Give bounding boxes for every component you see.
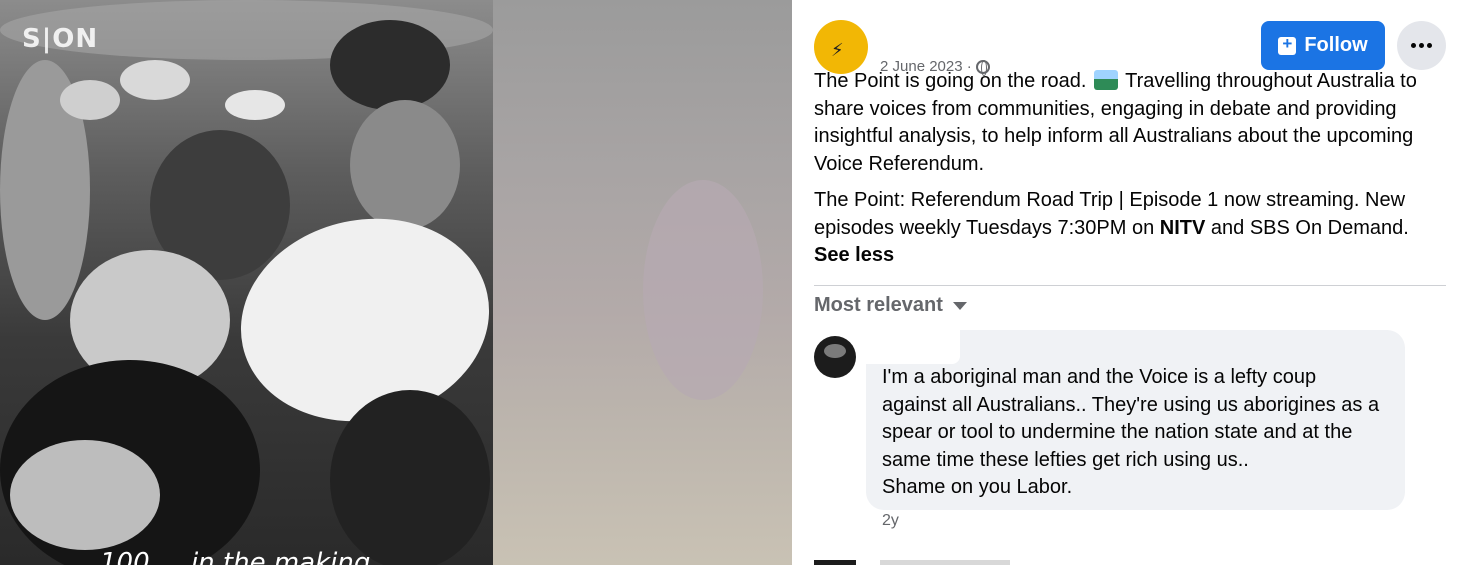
video-figure (330, 390, 490, 565)
dot-icon (1419, 43, 1424, 48)
blur-tint (643, 180, 763, 400)
follow-plus-icon (1278, 34, 1297, 55)
nitv-tag-link[interactable]: NITV (1160, 217, 1206, 239)
post-media[interactable]: S|ON 100 ... in the making (0, 0, 792, 565)
bolt-icon: ⚡ (831, 40, 844, 60)
video-figure (330, 20, 450, 110)
post-panel: ⚡ 2 June 2023 · Follow The Point is goin… (792, 0, 1480, 565)
follow-label: Follow (1304, 34, 1368, 56)
page-avatar[interactable]: ⚡ (814, 20, 868, 74)
comment-timestamp[interactable]: 2y (882, 512, 899, 530)
commenter-avatar[interactable] (814, 336, 856, 378)
landscape-emoji-icon (1093, 70, 1118, 90)
next-commenter-name[interactable] (880, 560, 1010, 565)
post-text-part: The Point is going on the road. (814, 70, 1087, 92)
sort-label: Most relevant (814, 294, 943, 316)
video-blur-backdrop (493, 0, 792, 565)
caret-down-icon (952, 301, 967, 310)
comment-text-line: Shame on you Labor. (882, 476, 1073, 498)
comment-text-line: I'm a aboriginal man and the Voice is a … (882, 366, 1317, 388)
video-figure (225, 90, 285, 120)
video-figure (60, 80, 120, 120)
video-figure (120, 60, 190, 100)
comment-text-line: against all Australians.. They're using … (882, 393, 1380, 416)
more-options-button[interactable] (1397, 21, 1446, 70)
post-paragraph-1: The Point is going on the road. Travelli… (814, 68, 1454, 178)
dot-icon (1427, 43, 1432, 48)
next-commenter-avatar[interactable] (814, 560, 856, 565)
follow-button[interactable]: Follow (1261, 21, 1385, 70)
dot-icon (1411, 43, 1416, 48)
see-less-link[interactable]: See less (814, 244, 894, 266)
post-text: The Point is going on the road. Travelli… (814, 68, 1454, 279)
channel-logo: S|ON (22, 24, 99, 54)
video-figure (350, 100, 460, 230)
comment-sort-dropdown[interactable]: Most relevant (814, 294, 967, 317)
comment-text-line: same time these lefties get rich using u… (882, 448, 1249, 471)
video-figure (10, 440, 160, 550)
post-paragraph-2: The Point: Referendum Road Trip | Episod… (814, 187, 1454, 270)
divider (814, 285, 1446, 286)
video-frame[interactable]: S|ON 100 ... in the making (0, 0, 493, 565)
hidden-commenter-name (866, 330, 960, 364)
post-text-part: and SBS On Demand. (1210, 216, 1409, 239)
comment-text-line: spear or tool to undermine the nation st… (882, 421, 1353, 443)
video-caption: 100 ... in the making (100, 548, 371, 565)
